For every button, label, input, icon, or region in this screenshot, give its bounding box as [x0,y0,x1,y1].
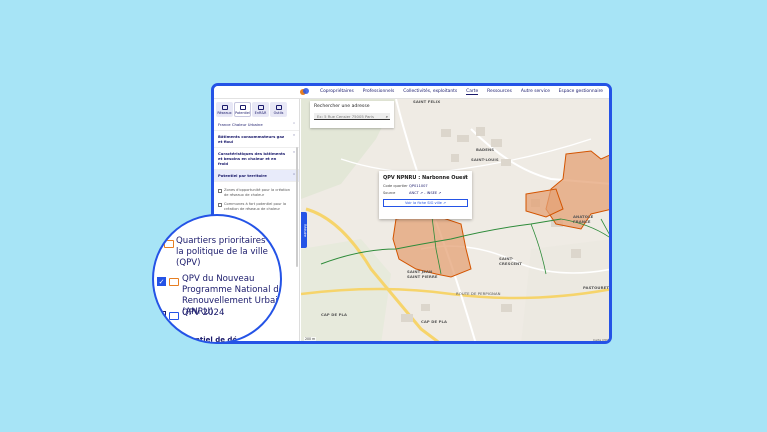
nav-item-professionnels[interactable]: Professionnels [363,89,394,95]
sidebar-scrollbar[interactable] [296,147,298,267]
search-title: Rechercher une adresse [314,104,370,109]
map-label: ROUTE DE PERPIGNAN [456,291,501,296]
nav-item-ressources[interactable]: Ressources [487,89,512,95]
sidebar-tabs: Réseaux Potentiel EnR&R Outils [214,99,299,119]
map-label: PASTOURET [583,285,610,290]
map-label: BADENS [476,147,495,152]
nav-menu: Copropriétaires Professionnels Collectiv… [320,89,550,95]
map-label: SAINT FELIX [413,99,441,104]
map-attribution[interactable]: Carte OSM [593,338,609,341]
address-search-panel: Rechercher une adresse Ex: 5 Rue Censier… [310,101,394,128]
popup-row-code: Code quartier QP011007 [383,184,428,188]
layer-qpv-2024[interactable]: QPV 2024 [182,308,224,319]
tab-reseaux[interactable]: Réseaux [216,102,233,117]
nav-item-collectivites[interactable]: Collectivités, exploitants [403,89,457,95]
top-navigation: Copropriétaires Professionnels Collectiv… [214,86,609,99]
checkbox[interactable] [218,203,222,207]
folder-icon [164,240,174,248]
tab-potentiel[interactable]: Potentiel [234,102,251,117]
building-icon [239,104,246,110]
tab-enrr[interactable]: EnR&R [252,102,269,117]
search-input[interactable]: Ex: 5 Rue Censier 75005 Paris ⌕ [314,113,390,120]
sidebar-row-batiments-gaz[interactable]: Bâtiments consommateurs gaz et fioul ˅ [214,131,299,148]
chevron-up-icon: ˄ [293,173,295,178]
check-communes-potentiel[interactable]: Communes à fort potentiel pour la créati… [214,200,299,214]
map-background [301,99,609,341]
map-label: SAINT-LOUIS [471,157,499,162]
search-icon[interactable]: ⌕ [386,114,388,119]
sidebar-row-caracteristiques[interactable]: Caractéristiques des bâtiments et besoin… [214,148,299,170]
sig-ville-button[interactable]: Voir la fiche SIG ville ↗ [383,199,468,207]
checkbox[interactable] [218,189,222,193]
magnifier-callout: Quartiers prioritaires de la politique d… [152,214,282,344]
nav-item-coproprietaires[interactable]: Copropriétaires [320,89,354,95]
tools-icon [275,104,282,110]
map-canvas[interactable]: SAINT FELIX BADENS SAINT-LOUIS ANATOLE F… [301,99,610,341]
chevron-up-icon: ˄ [293,122,295,127]
folder-icon [169,312,179,320]
chevron-down-icon: ˅ [293,134,295,139]
map-label: ANATOLE FRANCE [573,214,594,224]
collapse-sidebar-button[interactable]: Réduire [301,212,307,248]
map-label: CAP DE PLA [421,319,448,324]
map-label: SAINT-CRESCENT [499,256,522,266]
checkbox-anru[interactable]: ✓ [157,277,166,286]
check-zones-opportunite[interactable]: Zones d'opportunité pour la création de … [214,186,299,200]
espace-gestionnaire-link[interactable]: Espace gestionnaire [559,89,603,94]
checkbox-qpv-2024[interactable] [157,311,166,320]
network-icon [221,104,228,110]
close-icon[interactable]: × [464,174,468,180]
tab-outils[interactable]: Outils [270,102,287,117]
logo[interactable] [300,88,310,96]
leaf-icon [257,104,264,110]
popup-row-source: Source ANCT ↗ - INSEE ↗ [383,191,442,195]
qpv-popup: QPV NPNRU : Narbonne Ouest × Code quarti… [379,171,472,219]
popup-title: QPV NPNRU : Narbonne Ouest [383,175,468,181]
section-potentiel-demande[interactable]: otentiel de dé [182,336,237,342]
folder-icon [169,278,179,286]
chevron-down-icon: ˅ [293,151,295,156]
map-label: SAINT JEAN SAINT PIERRE [407,269,438,279]
qpv-group-label: Quartiers prioritaires de la politique d… [176,236,279,268]
sidebar-row-potentiel-territoire[interactable]: Potentiel par territoire ˄ [214,170,299,182]
nav-item-carte[interactable]: Carte [466,89,479,95]
scale-bar: 200 m [304,337,317,341]
sidebar-row-fcu[interactable]: France Chaleur Urbaine ˄ [214,119,299,131]
map-label: CAP DE PLA [321,312,348,317]
nav-item-autre-service[interactable]: Autre service [521,89,550,95]
